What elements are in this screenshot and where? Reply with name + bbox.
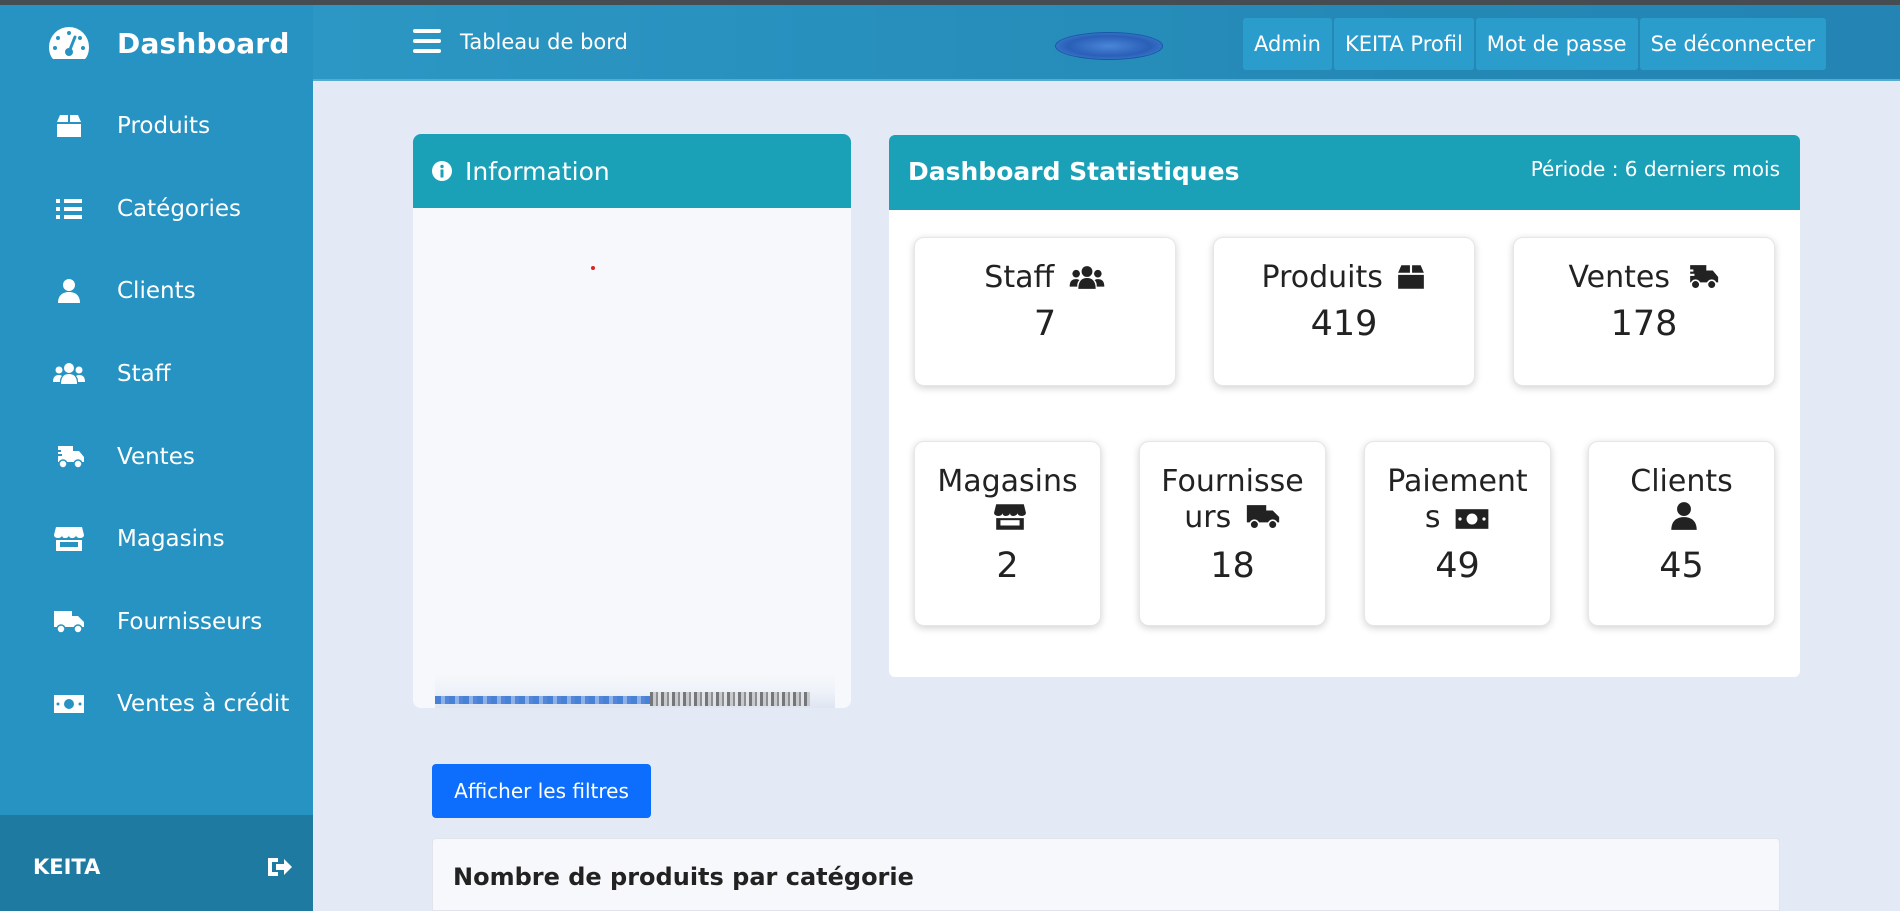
box-icon bbox=[52, 111, 86, 141]
user-icon bbox=[52, 276, 86, 306]
sidebar: Dashboard Produits Catégories Clients St… bbox=[0, 5, 313, 911]
stat-label: Staff bbox=[984, 260, 1055, 295]
topbar: Tableau de bord Admin KEITA Profil Mot d… bbox=[313, 5, 1900, 81]
stat-value: 18 bbox=[1210, 546, 1255, 586]
stat-value: 49 bbox=[1435, 546, 1480, 586]
stat-card-staff[interactable]: Staff 7 bbox=[914, 237, 1176, 386]
truck-icon bbox=[1246, 505, 1279, 530]
stats-title: Dashboard Statistiques bbox=[908, 157, 1240, 186]
stat-label: Produits bbox=[1261, 260, 1383, 295]
box-icon bbox=[1398, 265, 1425, 289]
marker-dot bbox=[591, 266, 595, 270]
sidebar-item-produits[interactable]: Produits bbox=[0, 85, 313, 168]
stats-card: Dashboard Statistiques Période : 6 derni… bbox=[889, 135, 1800, 677]
stat-value: 7 bbox=[1033, 304, 1057, 344]
sidebar-item-staff[interactable]: Staff bbox=[0, 333, 313, 416]
top-nav: Admin KEITA Profil Mot de passe Se décon… bbox=[1243, 18, 1827, 70]
sidebar-item-label: Clients bbox=[117, 278, 196, 305]
password-link[interactable]: Mot de passe bbox=[1475, 18, 1638, 70]
users-icon bbox=[52, 359, 86, 389]
stat-value: 419 bbox=[1310, 304, 1378, 344]
speedometer-icon bbox=[49, 27, 89, 59]
stat-label: Fournisseurs bbox=[1161, 464, 1304, 535]
chart-section-title: Nombre de produits par catégorie bbox=[453, 863, 914, 891]
info-card-title: Information bbox=[465, 156, 610, 186]
stat-card-clients[interactable]: Clients 45 bbox=[1588, 441, 1775, 626]
stat-value: 2 bbox=[996, 546, 1019, 586]
stat-label: Magasins bbox=[937, 464, 1078, 499]
show-filters-button[interactable]: Afficher les filtres bbox=[432, 764, 651, 818]
profile-link[interactable]: KEITA Profil bbox=[1333, 18, 1474, 70]
sidebar-footer: KEITA bbox=[0, 815, 313, 911]
stats-period: Période : 6 derniers mois bbox=[1530, 157, 1780, 181]
info-card-body bbox=[413, 208, 851, 708]
sidebar-item-label: Produits bbox=[117, 113, 211, 140]
stat-card-paiements[interactable]: Paiements 49 bbox=[1364, 441, 1551, 626]
sidebar-item-label: Staff bbox=[117, 361, 171, 388]
menu-toggle-icon[interactable] bbox=[413, 29, 441, 53]
list-icon bbox=[52, 194, 86, 224]
sign-out-icon[interactable] bbox=[266, 853, 294, 881]
stat-value: 45 bbox=[1659, 546, 1704, 586]
stat-card-magasins[interactable]: Magasins 2 bbox=[914, 441, 1101, 626]
stat-label: Ventes bbox=[1568, 260, 1670, 295]
sidebar-item-label: Ventes à crédit bbox=[117, 691, 290, 718]
sidebar-item-label: Fournisseurs bbox=[117, 608, 263, 635]
stat-value: 178 bbox=[1610, 304, 1678, 344]
sidebar-item-label: Catégories bbox=[117, 195, 241, 222]
sidebar-username: KEITA bbox=[33, 855, 101, 879]
sidebar-item-fournisseurs[interactable]: Fournisseurs bbox=[0, 581, 313, 664]
stats-card-header: Dashboard Statistiques Période : 6 derni… bbox=[889, 135, 1800, 210]
sidebar-item-categories[interactable]: Catégories bbox=[0, 168, 313, 251]
sidebar-nav: Produits Catégories Clients Staff Ventes bbox=[0, 85, 313, 746]
admin-link[interactable]: Admin bbox=[1243, 18, 1332, 70]
company-logo bbox=[1055, 32, 1163, 60]
brand-title: Dashboard bbox=[117, 27, 290, 60]
sidebar-item-label: Magasins bbox=[117, 526, 225, 553]
logout-link[interactable]: Se déconnecter bbox=[1639, 18, 1827, 70]
stat-card-ventes[interactable]: Ventes 178 bbox=[1513, 237, 1775, 386]
products-by-category-card: Nombre de produits par catégorie bbox=[432, 838, 1780, 911]
info-image bbox=[435, 674, 835, 708]
stat-label: Clients bbox=[1630, 464, 1733, 499]
sidebar-item-ventes[interactable]: Ventes bbox=[0, 415, 313, 498]
sidebar-item-label: Ventes bbox=[117, 443, 195, 470]
truck-icon bbox=[52, 607, 86, 637]
money-bill-icon bbox=[1455, 509, 1489, 529]
store-icon bbox=[52, 524, 86, 554]
info-card-header: Information bbox=[413, 134, 851, 208]
stat-card-fournisseurs[interactable]: Fournisseurs 18 bbox=[1139, 441, 1326, 626]
user-icon bbox=[1670, 502, 1697, 530]
sidebar-item-clients[interactable]: Clients bbox=[0, 250, 313, 333]
shipping-fast-icon bbox=[52, 442, 86, 472]
sidebar-item-ventes-credit[interactable]: Ventes à crédit bbox=[0, 663, 313, 746]
brand[interactable]: Dashboard bbox=[0, 5, 313, 81]
users-icon bbox=[1069, 266, 1105, 289]
info-circle-icon bbox=[432, 161, 452, 181]
stat-card-produits[interactable]: Produits 419 bbox=[1213, 237, 1475, 386]
sidebar-item-magasins[interactable]: Magasins bbox=[0, 498, 313, 581]
shipping-fast-icon bbox=[1684, 265, 1718, 290]
store-icon bbox=[993, 504, 1026, 530]
money-bill-icon bbox=[52, 689, 86, 719]
info-card: Information bbox=[413, 134, 851, 708]
page-title: Tableau de bord bbox=[460, 30, 628, 54]
